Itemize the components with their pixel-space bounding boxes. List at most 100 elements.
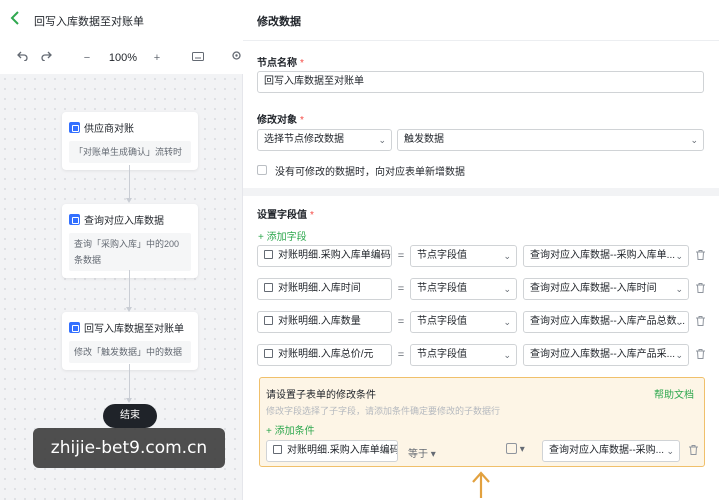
update-node-icon: [69, 322, 80, 333]
trigger-node-icon: [69, 122, 80, 133]
field-name-select[interactable]: 对账明细.采购入库单编码: [257, 245, 392, 267]
settings-button[interactable]: [230, 50, 242, 66]
redo-button[interactable]: [38, 50, 54, 66]
delete-row-button[interactable]: [695, 283, 705, 295]
flow-node-trigger[interactable]: 供应商对账 「对账单生成确认」流转时: [62, 112, 198, 170]
delete-row-button[interactable]: [695, 316, 705, 328]
delete-row-button[interactable]: [695, 250, 705, 262]
node-name-input[interactable]: 回写入库数据至对账单: [257, 71, 704, 93]
chevron-down-icon: ⌄: [666, 446, 674, 456]
trash-icon: [695, 349, 705, 359]
value-type-select[interactable]: 节点字段值 ⌄: [410, 278, 517, 300]
value-type-select[interactable]: 节点字段值 ⌄: [410, 344, 517, 366]
target-data-select[interactable]: 触发数据 ⌄: [397, 129, 704, 151]
chevron-down-icon: ⌄: [503, 350, 511, 360]
flow-node-end[interactable]: 结束: [103, 404, 157, 428]
delete-row-button[interactable]: [695, 349, 705, 361]
caret-down-icon: ▾: [430, 449, 436, 460]
node-title: 查询对应入库数据: [84, 216, 164, 227]
checkbox-label: 没有可修改的数据时，向对应表单新增数据: [275, 167, 465, 178]
flow-node-query[interactable]: 查询对应入库数据 查询「采购入库」中的200条数据: [62, 204, 198, 278]
node-title: 回写入库数据至对账单: [84, 324, 184, 335]
field-name-select[interactable]: 对账明细.入库时间: [257, 278, 392, 300]
query-node-icon: [69, 214, 80, 225]
equals-sign: =: [397, 316, 405, 328]
variable-icon: [506, 443, 517, 454]
back-button[interactable]: [10, 10, 24, 28]
flow-connector: [129, 165, 130, 198]
value-type-select[interactable]: 节点字段值 ⌄: [410, 245, 517, 267]
target-source-select[interactable]: 选择节点修改数据 ⌄: [257, 129, 392, 151]
help-doc-link[interactable]: 帮助文档: [654, 386, 694, 401]
condition-desc: 修改字段选择了子字段，请添加条件确定要修改的子数据行: [266, 406, 501, 416]
canvas-toolbar: − 100% +: [0, 46, 243, 70]
value-source-select[interactable]: 查询对应入库数据--入库产品采... ⌄: [523, 344, 689, 366]
fields-label: 设置字段值 *: [257, 210, 314, 221]
chevron-down-icon: ⌄: [675, 317, 683, 327]
flow-connector: [129, 364, 130, 398]
subform-condition-box: 请设置子表单的修改条件 帮助文档 修改字段选择了子字段，请添加条件确定要修改的子…: [259, 377, 705, 467]
chevron-down-icon: ⌄: [690, 135, 698, 145]
zoom-out-button[interactable]: −: [80, 50, 94, 66]
panel-title: 修改数据: [257, 16, 301, 28]
field-type-icon: [264, 250, 273, 259]
flow-node-update[interactable]: 回写入库数据至对账单 修改「触发数据」中的数据: [62, 312, 198, 370]
field-type-icon: [273, 445, 282, 454]
plus-icon: +: [258, 232, 267, 243]
equals-sign: =: [397, 283, 405, 295]
zoom-in-button[interactable]: +: [150, 50, 164, 66]
divider: [243, 40, 719, 41]
value-source-select[interactable]: 查询对应入库数据--入库产品总数... ⌄: [523, 311, 689, 333]
plus-icon: +: [266, 426, 275, 437]
add-data-checkbox[interactable]: [257, 165, 267, 175]
chevron-down-icon: ⌄: [503, 284, 511, 294]
add-condition-button[interactable]: + 添加条件: [266, 422, 315, 437]
condition-operator-select[interactable]: 等于 ▾: [408, 445, 436, 460]
field-type-icon: [264, 283, 273, 292]
node-name-label: 节点名称 *: [257, 58, 304, 69]
field-name-select[interactable]: 对账明细.入库数量: [257, 311, 392, 333]
section-divider: [243, 188, 719, 196]
chevron-down-icon: ⌄: [503, 317, 511, 327]
node-desc: 修改「触发数据」中的数据: [69, 341, 191, 363]
undo-button[interactable]: [14, 50, 30, 66]
value-mode-select[interactable]: ▾: [506, 443, 525, 455]
target-label: 修改对象 *: [257, 115, 304, 126]
field-name-select[interactable]: 对账明细.入库总价/元: [257, 344, 392, 366]
trash-icon: [695, 316, 705, 326]
delete-condition-button[interactable]: [688, 445, 698, 457]
zoom-level: 100%: [108, 52, 138, 64]
chevron-down-icon: ⌄: [675, 284, 683, 294]
value-source-select[interactable]: 查询对应入库数据--入库时间 ⌄: [523, 278, 689, 300]
watermark: zhijie-bet9.com.cn: [33, 428, 225, 468]
keyboard-icon: [192, 52, 204, 61]
connector-arrow-icon: [126, 198, 132, 203]
add-field-button[interactable]: + 添加字段: [258, 228, 307, 243]
node-desc: 查询「采购入库」中的200条数据: [69, 233, 191, 271]
undo-icon: [16, 51, 28, 62]
field-type-icon: [264, 316, 273, 325]
value-source-select[interactable]: 查询对应入库数据--采购入库单... ⌄: [523, 245, 689, 267]
redo-icon: [40, 51, 52, 62]
edit-panel: 修改数据 节点名称 * 回写入库数据至对账单 修改对象 * 选择节点修改数据 ⌄ 触发…: [243, 0, 719, 500]
node-desc: 「对账单生成确认」流转时: [69, 141, 191, 163]
gear-icon: [231, 51, 241, 60]
equals-sign: =: [397, 250, 405, 262]
value-type-select[interactable]: 节点字段值 ⌄: [410, 311, 517, 333]
caret-down-icon: ▾: [519, 444, 525, 455]
chevron-left-icon: [10, 11, 19, 25]
arrow-up-icon: [470, 470, 492, 500]
flow-editor-pane: 回写入库数据至对账单 − 100% + 供应商对账 「对账单生成确认」流转时 查…: [0, 0, 243, 500]
trash-icon: [695, 250, 705, 260]
condition-field-select[interactable]: 对账明细.采购入库单编码: [266, 440, 398, 462]
node-title: 供应商对账: [84, 124, 134, 135]
connector-arrow-icon: [126, 398, 132, 403]
flow-connector: [129, 270, 130, 307]
chevron-down-icon: ⌄: [675, 350, 683, 360]
condition-title: 请设置子表单的修改条件: [266, 390, 376, 401]
equals-sign: =: [397, 349, 405, 361]
flow-header: 回写入库数据至对账单 − 100% +: [0, 0, 243, 74]
chevron-down-icon: ⌄: [503, 251, 511, 261]
keyboard-button[interactable]: [190, 50, 206, 66]
condition-value-select[interactable]: 查询对应入库数据--采购... ⌄: [542, 440, 680, 462]
